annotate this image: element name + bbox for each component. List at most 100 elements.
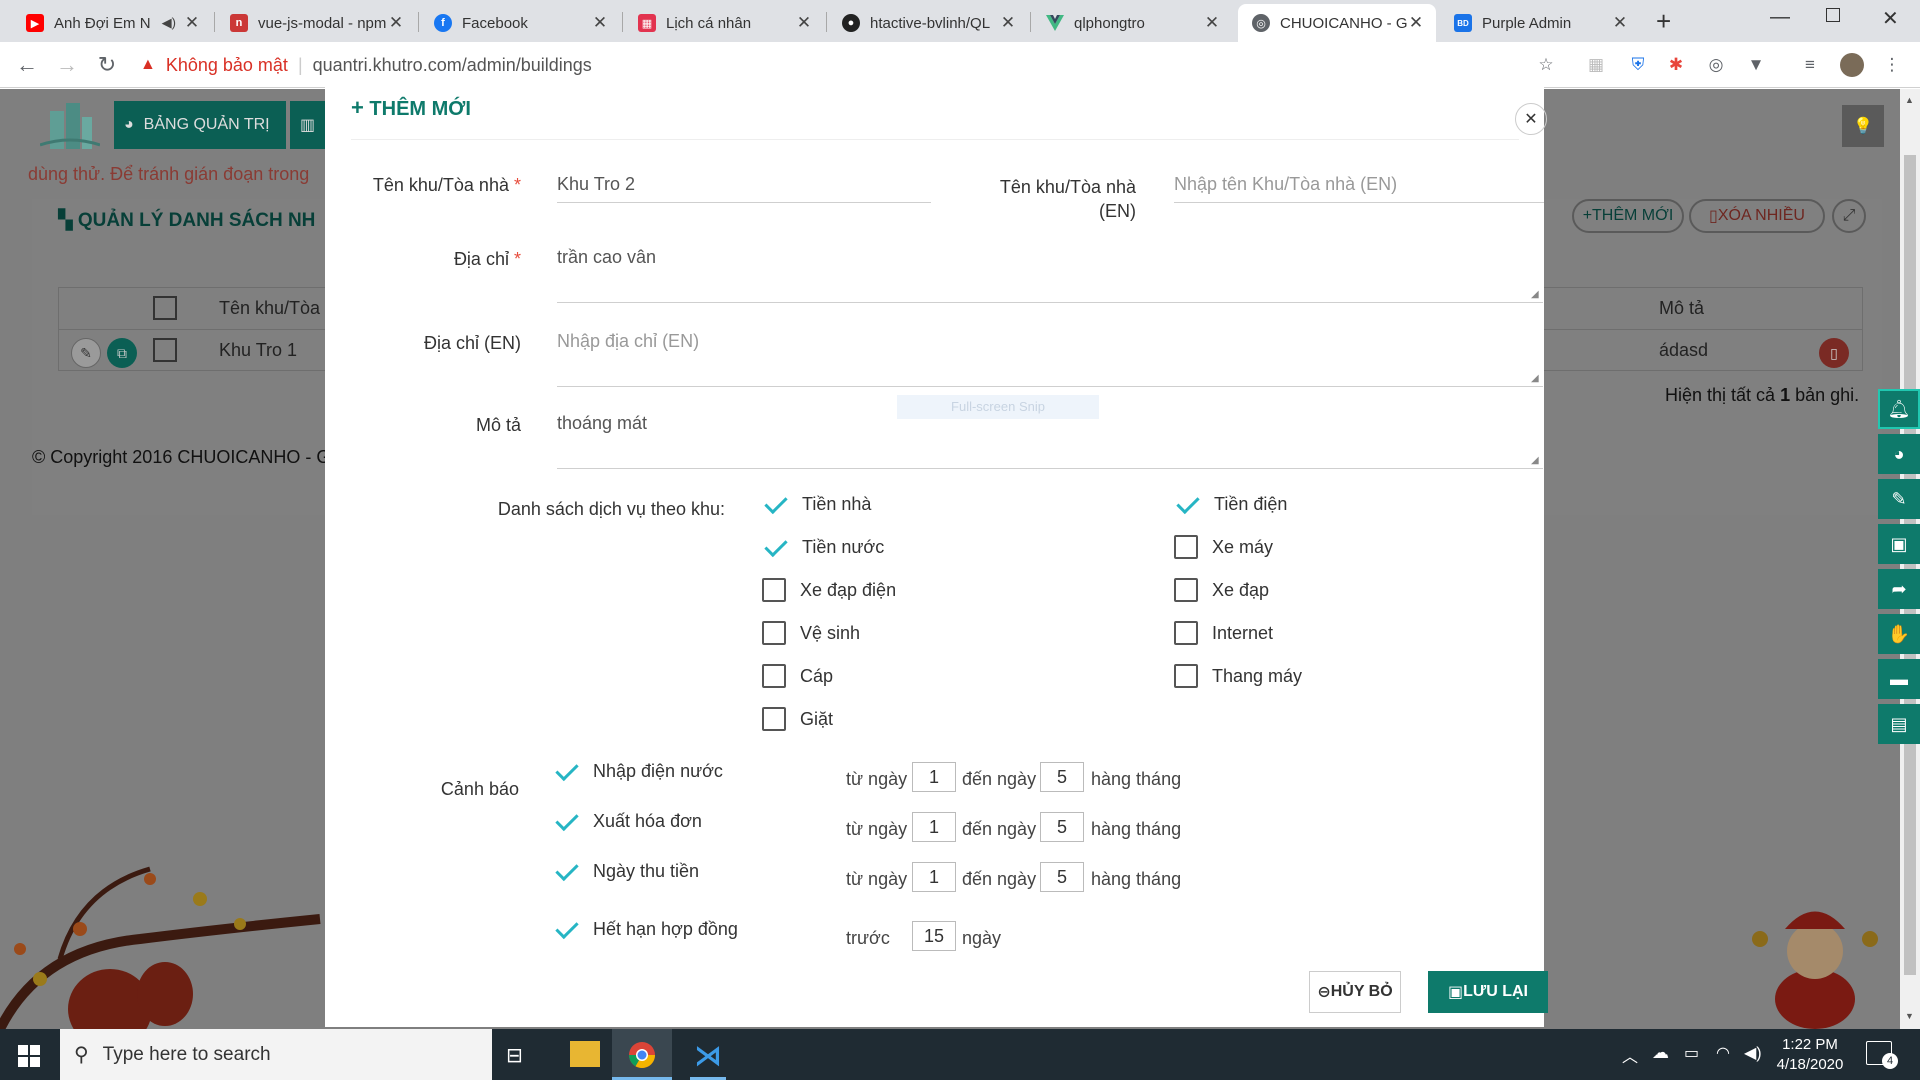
address-textarea[interactable] bbox=[557, 247, 1543, 303]
menu-icon[interactable]: ⋮ bbox=[1880, 53, 1904, 77]
speedometer-icon[interactable]: ◕ bbox=[1878, 434, 1920, 474]
wrench-icon[interactable]: ✎ bbox=[1878, 479, 1920, 519]
service-checkbox[interactable]: Tiền nhà bbox=[762, 492, 871, 516]
delete-many-button[interactable]: ▯ XÓA NHIỀU bbox=[1689, 199, 1825, 233]
url-text[interactable]: quantri.khutro.com/admin/buildings bbox=[313, 55, 592, 76]
warning-row[interactable]: Ngày thu tiền bbox=[553, 859, 699, 883]
checkbox[interactable] bbox=[1174, 621, 1198, 645]
delete-row-icon[interactable]: ▯ bbox=[1819, 338, 1849, 368]
wifi-icon[interactable]: ◠ bbox=[1716, 1043, 1730, 1063]
lightbulb-icon[interactable]: 💡 bbox=[1842, 105, 1884, 147]
checkbox[interactable] bbox=[762, 621, 786, 645]
expand-icon[interactable]: ⤢ bbox=[1832, 199, 1866, 233]
close-icon[interactable]: ✕ bbox=[184, 13, 200, 33]
service-checkbox[interactable]: Xe đạp điện bbox=[762, 578, 896, 602]
resize-grip-icon[interactable]: ◢ bbox=[1531, 373, 1543, 385]
code-extension-icon[interactable]: ◎ bbox=[1704, 53, 1728, 77]
contact-icon[interactable]: ▤ bbox=[1878, 704, 1920, 744]
reload-icon[interactable]: ↻ bbox=[92, 50, 122, 80]
checkmark-icon[interactable] bbox=[553, 859, 581, 883]
service-checkbox[interactable]: Tiền điện bbox=[1174, 492, 1287, 516]
add-new-button-bg[interactable]: + THÊM MỚI bbox=[1572, 199, 1684, 233]
service-checkbox[interactable]: Internet bbox=[1174, 621, 1273, 645]
cancel-button[interactable]: ⊖ HỦY BỎ bbox=[1309, 971, 1401, 1013]
expiry-days-input[interactable] bbox=[912, 921, 956, 951]
close-window-icon[interactable]: ✕ bbox=[1882, 6, 1899, 31]
address-en-textarea[interactable] bbox=[557, 331, 1543, 387]
checkbox[interactable] bbox=[1174, 578, 1198, 602]
to-day-input[interactable] bbox=[1040, 812, 1084, 842]
close-icon[interactable]: ✕ bbox=[388, 13, 404, 33]
vue-devtools-icon[interactable]: ▼ bbox=[1744, 53, 1768, 77]
browser-tab[interactable]: ● htactive-bvlinh/QL ✕ bbox=[828, 4, 1028, 42]
forward-icon[interactable]: → bbox=[52, 50, 82, 80]
minimize-icon[interactable]: — bbox=[1770, 6, 1790, 29]
checkmark-icon[interactable] bbox=[762, 492, 790, 516]
windows-start-icon[interactable] bbox=[18, 1045, 40, 1067]
browser-tab[interactable]: qlphongtro ✕ bbox=[1032, 4, 1232, 42]
close-icon[interactable]: ✕ bbox=[1408, 13, 1424, 33]
resize-grip-icon[interactable]: ◢ bbox=[1531, 455, 1543, 467]
media-icon[interactable]: ≡ bbox=[1798, 53, 1822, 77]
extension-icon[interactable]: ▦ bbox=[1584, 53, 1608, 77]
volume-icon[interactable]: ◀) bbox=[1744, 1043, 1762, 1063]
browser-tab-active[interactable]: ◎ CHUOICANHO - G ✕ bbox=[1238, 4, 1436, 42]
clock[interactable]: 1:22 PM 4/18/2020 bbox=[1770, 1035, 1850, 1075]
service-checkbox[interactable]: Thang máy bbox=[1174, 664, 1302, 688]
taskbar-search[interactable]: ⚲ Type here to search bbox=[60, 1029, 492, 1080]
close-modal-button[interactable]: ✕ bbox=[1515, 103, 1547, 135]
checkbox[interactable] bbox=[762, 578, 786, 602]
close-icon[interactable]: ✕ bbox=[1000, 13, 1016, 33]
checkbox[interactable] bbox=[1174, 664, 1198, 688]
chrome-taskbar-button[interactable] bbox=[612, 1029, 672, 1080]
select-all-checkbox[interactable] bbox=[153, 296, 177, 320]
file-explorer-icon[interactable] bbox=[570, 1041, 600, 1067]
warning-row[interactable]: Xuất hóa đơn bbox=[553, 809, 702, 833]
service-checkbox[interactable]: Tiền nước bbox=[762, 535, 884, 559]
warning-row[interactable]: Nhập điện nước bbox=[553, 759, 723, 783]
save-button[interactable]: ▣ LƯU LẠI bbox=[1428, 971, 1548, 1013]
security-label[interactable]: Không bảo mật bbox=[166, 55, 288, 76]
task-view-icon[interactable]: ⊟ bbox=[506, 1043, 523, 1068]
service-checkbox[interactable]: Giặt bbox=[762, 707, 833, 731]
star-icon[interactable]: ☆ bbox=[1534, 53, 1558, 77]
checkmark-icon[interactable] bbox=[553, 809, 581, 833]
edit-icon[interactable]: ✎ bbox=[71, 338, 101, 368]
vscode-icon[interactable]: ⋊ bbox=[690, 1039, 726, 1080]
service-checkbox[interactable]: Xe máy bbox=[1174, 535, 1273, 559]
browser-tab[interactable]: n vue-js-modal - npm ✕ bbox=[216, 4, 416, 42]
from-day-input[interactable] bbox=[912, 762, 956, 792]
scrollbar-thumb[interactable] bbox=[1904, 155, 1916, 975]
service-checkbox[interactable]: Xe đạp bbox=[1174, 578, 1269, 602]
back-icon[interactable]: ← bbox=[12, 50, 42, 80]
checkmark-icon[interactable] bbox=[553, 759, 581, 783]
close-icon[interactable]: ✕ bbox=[592, 13, 608, 33]
to-day-input[interactable] bbox=[1040, 862, 1084, 892]
name-input[interactable] bbox=[557, 167, 931, 203]
warning-row-expiry[interactable]: Hết hạn hợp đồng bbox=[553, 917, 738, 941]
chevron-up-icon[interactable]: ︿ bbox=[1622, 1043, 1638, 1067]
new-tab-button[interactable]: + bbox=[1656, 6, 1671, 37]
resize-grip-icon[interactable]: ◢ bbox=[1531, 289, 1543, 301]
money-icon[interactable]: ▣ bbox=[1878, 524, 1920, 564]
browser-tab[interactable]: BD Purple Admin ✕ bbox=[1440, 4, 1640, 42]
cloud-icon[interactable]: ☁ bbox=[1652, 1043, 1669, 1063]
from-day-input[interactable] bbox=[912, 812, 956, 842]
checkbox[interactable] bbox=[1174, 535, 1198, 559]
browser-tab[interactable]: f Facebook ✕ bbox=[420, 4, 620, 42]
checkmark-icon[interactable] bbox=[1174, 492, 1202, 516]
handshake-icon[interactable]: ✋ bbox=[1878, 614, 1920, 654]
omnibox[interactable]: ▲ Không bảo mật | quantri.khutro.com/adm… bbox=[140, 47, 1550, 83]
checkbox[interactable] bbox=[762, 664, 786, 688]
share-extension-icon[interactable]: ✱ bbox=[1664, 53, 1688, 77]
checkmark-icon[interactable] bbox=[553, 917, 581, 941]
from-day-input[interactable] bbox=[912, 862, 956, 892]
battery-icon[interactable]: ▭ bbox=[1684, 1043, 1699, 1063]
browser-tab[interactable]: ▦ Lịch cá nhân ✕ bbox=[624, 4, 824, 42]
notification-bell-icon[interactable]: 🔔︎ bbox=[1878, 389, 1920, 429]
to-day-input[interactable] bbox=[1040, 762, 1084, 792]
maximize-icon[interactable] bbox=[1826, 8, 1840, 22]
service-checkbox[interactable]: Vệ sinh bbox=[762, 621, 860, 645]
browser-tab[interactable]: ▶ Anh Đợi Em N ◀) ✕ bbox=[12, 4, 212, 42]
shield-extension-icon[interactable]: ⛨ bbox=[1626, 53, 1650, 77]
